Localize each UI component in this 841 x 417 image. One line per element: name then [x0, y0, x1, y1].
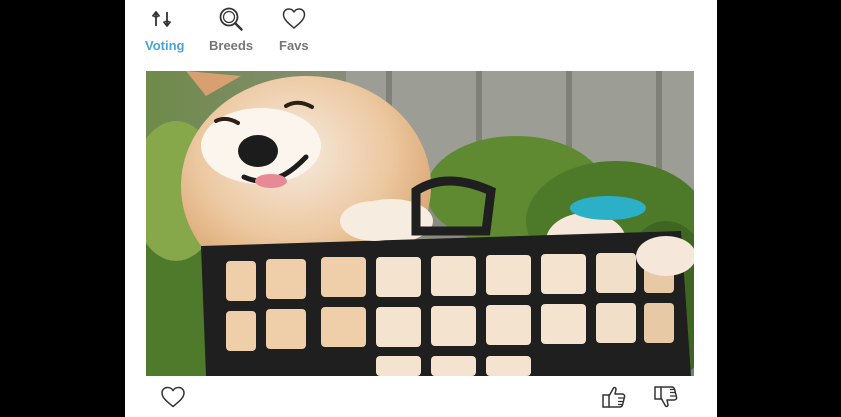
- favourite-button[interactable]: [159, 383, 187, 411]
- thumbs-down-icon: [654, 386, 678, 408]
- thumbs-up-icon: [602, 386, 626, 408]
- heart-outline-icon: [161, 386, 185, 408]
- nav-label-breeds: Breeds: [209, 38, 254, 53]
- top-nav: Voting Breeds Favs: [125, 0, 717, 62]
- heart-icon: [282, 8, 306, 29]
- vote-actions: [125, 380, 717, 414]
- up-down-arrows-icon: [151, 11, 171, 27]
- downvote-button[interactable]: [652, 383, 680, 411]
- voting-card: Voting Breeds Favs: [125, 0, 717, 417]
- nav-item-voting[interactable]: Voting: [145, 6, 184, 53]
- upvote-button[interactable]: [600, 383, 628, 411]
- nav-item-breeds[interactable]: Breeds: [209, 6, 253, 53]
- dog-photo: [146, 71, 694, 376]
- nav-label-voting: Voting: [145, 38, 185, 53]
- search-icon: [219, 7, 243, 31]
- nav-item-favs[interactable]: Favs: [279, 6, 309, 53]
- dog-photo-image: [146, 71, 694, 376]
- nav-label-favs: Favs: [279, 38, 309, 53]
